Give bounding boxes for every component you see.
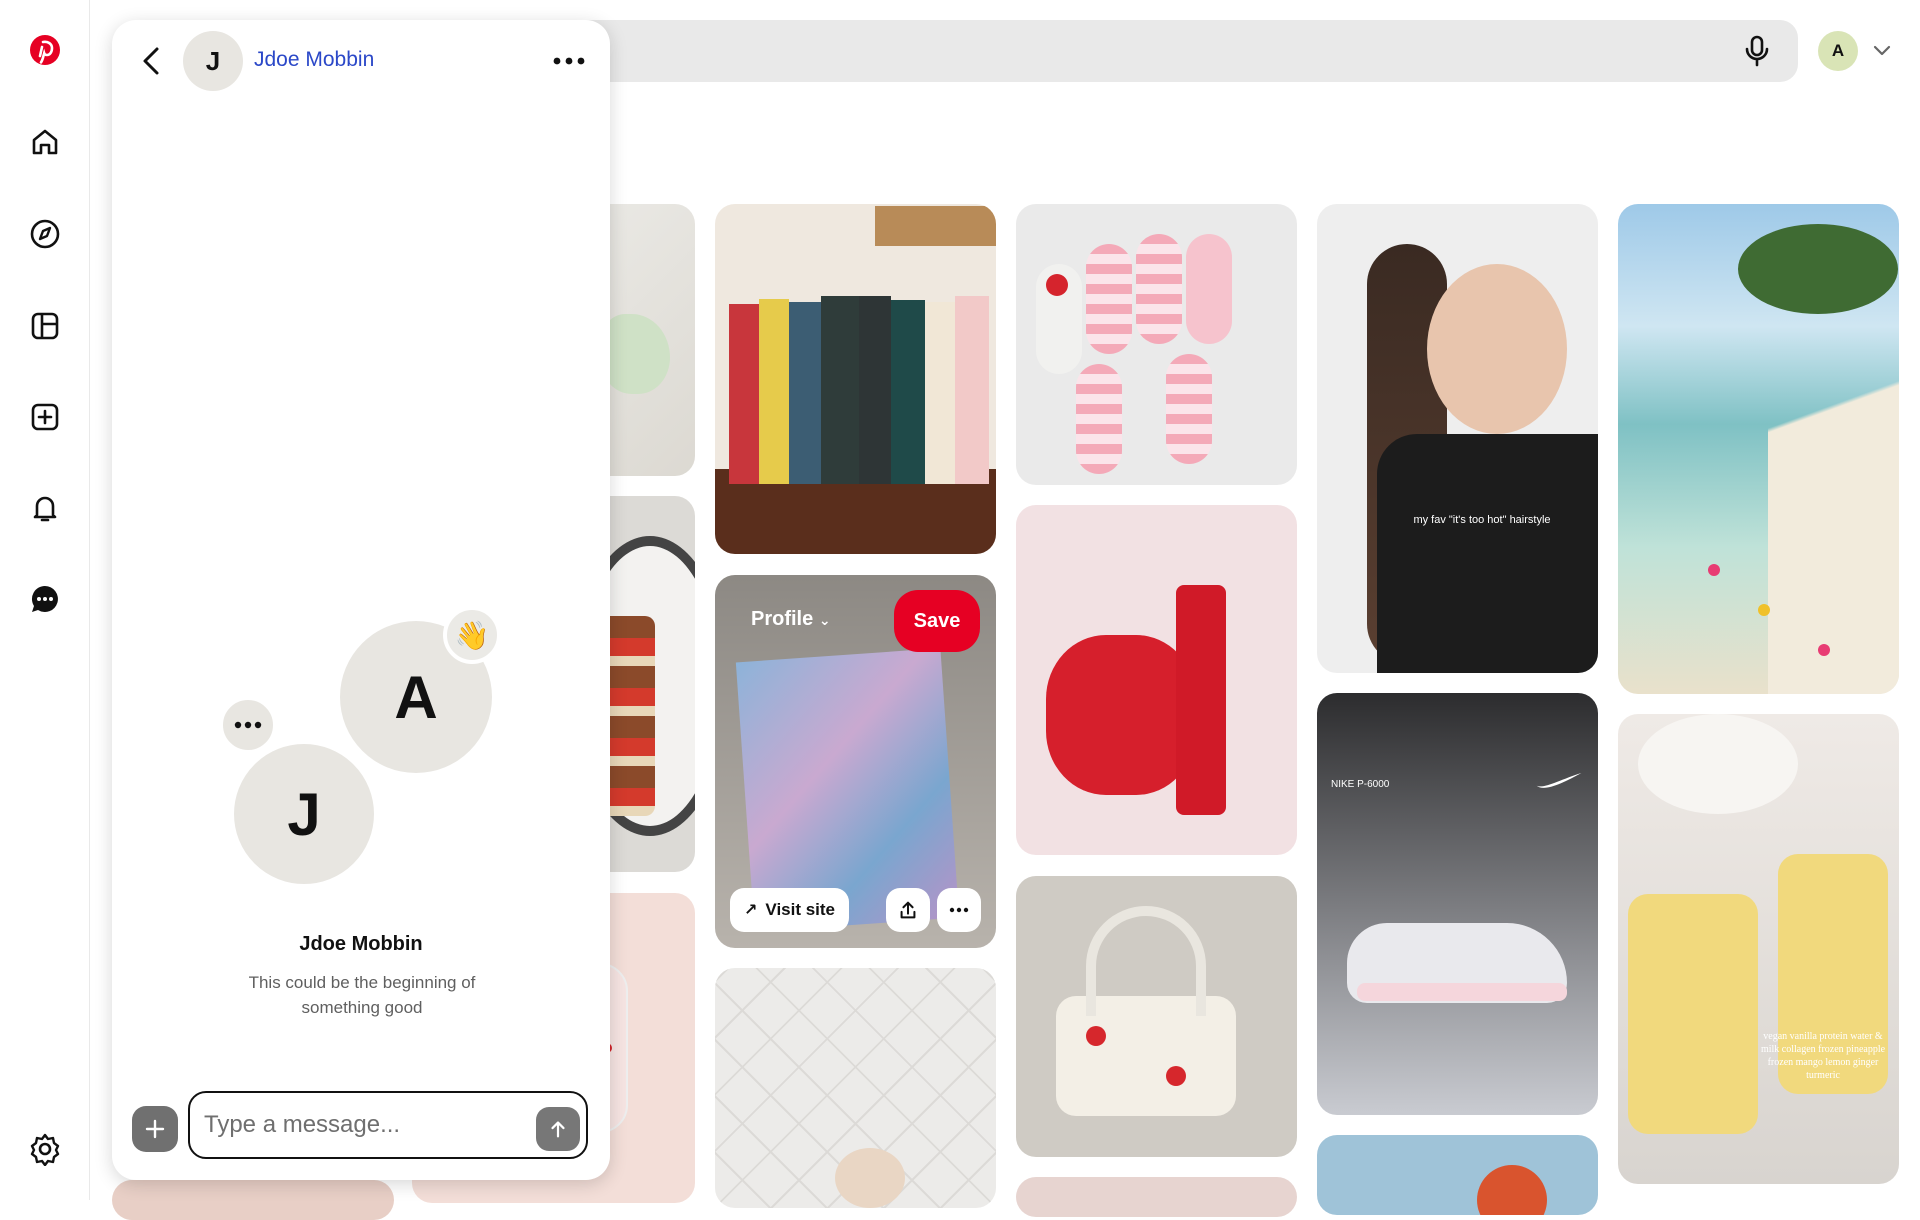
pin-strawberry-bag[interactable] xyxy=(1016,876,1297,1157)
plus-icon xyxy=(145,1119,165,1139)
arrow-up-right-icon: ↗ xyxy=(744,902,758,919)
visit-site-label: Visit site xyxy=(765,900,836,919)
hairstyle-caption: my fav "it's too hot" hairstyle xyxy=(1413,514,1551,526)
pin-painting-hover[interactable]: Profile ⌄ Save ↗ Visit site xyxy=(715,575,996,948)
pin-nike-sneaker[interactable]: NIKE P-6000 xyxy=(1317,693,1598,1115)
visit-site-button[interactable]: ↗ Visit site xyxy=(730,888,850,932)
pin-tropical-beach[interactable] xyxy=(1618,204,1899,694)
contact-name-link[interactable]: Jdoe Mobbin xyxy=(254,48,374,72)
pin-lip-product[interactable] xyxy=(1016,505,1297,855)
shoe-caption: NIKE P-6000 xyxy=(1331,779,1390,790)
explore-compass-icon[interactable] xyxy=(25,214,65,254)
pin-food-container[interactable] xyxy=(1317,1135,1598,1215)
contact-avatar-large: J xyxy=(228,738,380,890)
save-button[interactable]: Save xyxy=(894,590,980,652)
pin-partial-left[interactable] xyxy=(112,1180,394,1220)
settings-gear-icon[interactable] xyxy=(25,1129,65,1169)
message-composer xyxy=(188,1091,588,1159)
pin-strawberry-nails[interactable] xyxy=(1016,204,1297,485)
recipe-caption: vegan vanilla protein water & milk colla… xyxy=(1760,1031,1886,1081)
user-avatar[interactable]: A xyxy=(1818,31,1858,71)
microphone-icon[interactable] xyxy=(1740,34,1774,68)
notifications-bell-icon[interactable] xyxy=(25,488,65,528)
typing-dots-icon xyxy=(219,696,277,754)
add-attachment-button[interactable] xyxy=(132,1106,178,1152)
pinterest-logo-icon[interactable] xyxy=(25,30,65,70)
chat-panel: J Jdoe Mobbin A J 👋 Jdoe Mobbin This cou… xyxy=(112,20,610,1180)
message-input[interactable] xyxy=(204,1107,524,1143)
pin-quilted-fabric[interactable] xyxy=(715,968,996,1208)
intro-contact-name: Jdoe Mobbin xyxy=(299,933,423,955)
send-button[interactable] xyxy=(536,1107,580,1151)
wave-emoji-icon: 👋 xyxy=(443,606,501,664)
messages-icon[interactable] xyxy=(25,579,65,619)
board-select-label: Profile xyxy=(751,608,814,630)
pin-vanilla-smoothie[interactable]: vegan vanilla protein water & milk colla… xyxy=(1618,714,1899,1184)
intro-subtitle: This could be the beginning of something… xyxy=(248,973,476,1017)
share-icon[interactable] xyxy=(886,888,930,932)
create-plus-icon[interactable] xyxy=(25,397,65,437)
chevron-down-icon: ⌄ xyxy=(818,612,831,628)
home-icon[interactable] xyxy=(25,122,65,162)
nike-swoosh-logo-icon xyxy=(1536,773,1582,788)
boards-icon[interactable] xyxy=(25,306,65,346)
arrow-up-icon xyxy=(551,1121,565,1138)
more-options-icon[interactable] xyxy=(937,888,981,932)
chat-header: J Jdoe Mobbin xyxy=(112,20,610,100)
pin-braid-hairstyle[interactable]: my fav "it's too hot" hairstyle xyxy=(1317,204,1598,673)
board-select[interactable]: Profile ⌄ xyxy=(751,608,831,631)
more-options-icon[interactable] xyxy=(550,46,588,76)
pin-partial-bottom[interactable] xyxy=(1016,1177,1297,1217)
left-nav-rail xyxy=(0,0,90,1200)
pin-books-shelf[interactable] xyxy=(715,204,996,554)
back-arrow-icon[interactable] xyxy=(136,44,170,78)
chevron-down-icon[interactable] xyxy=(1872,40,1892,60)
contact-avatar[interactable]: J xyxy=(183,31,243,91)
